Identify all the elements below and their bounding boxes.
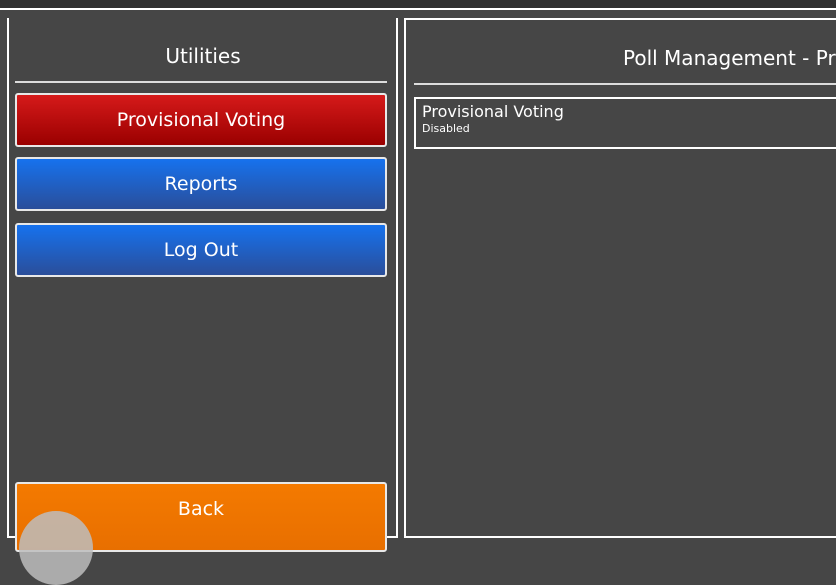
- setting-row-provisional-voting[interactable]: Provisional Voting Disabled: [414, 97, 836, 149]
- utilities-panel: Utilities Provisional Voting Reports Log…: [7, 18, 398, 585]
- provisional-voting-button-label: Provisional Voting: [116, 109, 286, 131]
- touch-indicator-circle: [19, 511, 93, 585]
- utilities-title: Utilities: [165, 44, 241, 68]
- log-out-button[interactable]: Log Out: [15, 223, 387, 277]
- reports-button-label: Reports: [164, 173, 238, 195]
- utilities-title-divider: [15, 81, 387, 83]
- setting-status: Disabled: [422, 122, 470, 135]
- provisional-voting-button[interactable]: Provisional Voting: [15, 93, 387, 147]
- poll-management-title: Poll Management - Pro: [623, 46, 836, 70]
- setting-name: Provisional Voting: [422, 102, 564, 121]
- top-bar: [0, 0, 836, 10]
- poll-management-title-divider: [414, 83, 836, 85]
- reports-button[interactable]: Reports: [15, 157, 387, 211]
- log-out-button-label: Log Out: [163, 239, 239, 261]
- poll-management-panel: Poll Management - Pro Provisional Voting…: [404, 18, 836, 538]
- back-button-label: Back: [177, 498, 225, 520]
